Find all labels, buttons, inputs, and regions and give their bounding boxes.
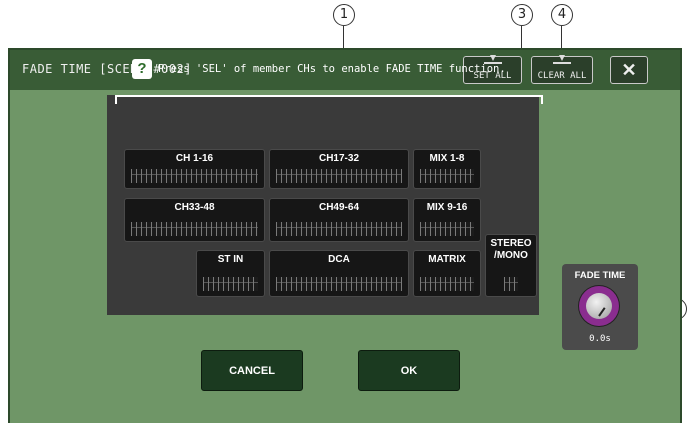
fade-time-label: FADE TIME [574,270,626,281]
group-mix9-16[interactable]: MIX 9-16 [413,198,481,242]
callout-4: 4 [551,4,573,26]
group-label: DCA [328,254,350,265]
fader-strip [131,222,258,236]
fader-strip [276,169,402,183]
clear-all-label: CLEAR ALL [537,71,587,81]
group-label: MIX 1-8 [429,153,465,164]
help-row: ? Press 'SEL' of member CHs to enable FA… [132,59,506,79]
close-icon: ✕ [621,60,637,80]
group-label: STEREO /MONO [490,238,532,261]
group-label: MIX 9-16 [426,202,468,213]
group-mix1-8[interactable]: MIX 1-8 [413,149,481,189]
knob-indicator [598,307,606,317]
knob-cap [586,293,612,319]
group-label: CH49-64 [318,202,360,213]
fader-strip [276,277,402,291]
help-text: Press 'SEL' of member CHs to enable FADE… [158,63,506,75]
group-label: CH33-48 [174,202,215,213]
group-ch49-64[interactable]: CH49-64 [269,198,409,242]
help-icon: ? [132,59,152,79]
group-label: MATRIX [428,254,466,265]
fade-time-control: FADE TIME 0.0s [562,264,638,350]
fader-strip [276,222,402,236]
clear-all-button[interactable]: CLEAR ALL [531,55,593,84]
fader-strip [203,277,258,291]
group-matrix[interactable]: MATRIX [413,250,481,297]
ok-button[interactable]: OK [358,350,460,391]
group-st-in[interactable]: ST IN [196,250,265,297]
fader-strip [504,277,518,291]
group-dca[interactable]: DCA [269,250,409,297]
group-ch17-32[interactable]: CH17-32 [269,149,409,189]
fader-strip [420,277,474,291]
group-ch1-16[interactable]: CH 1-16 [124,149,265,189]
fader-strip [131,169,258,183]
callout-1: 1 [333,4,355,26]
group-label: CH17-32 [318,153,360,164]
fader-strip [420,169,474,183]
group-stereo-mono[interactable]: STEREO /MONO [485,234,537,297]
group-label: ST IN [217,254,244,265]
fade-time-value: 0.0s [589,334,611,344]
group-label: CH 1-16 [175,153,214,164]
callout-3: 3 [511,4,533,26]
group-bracket [115,95,543,104]
clear-all-icon [553,55,571,70]
fade-time-knob[interactable] [579,286,619,326]
group-ch33-48[interactable]: CH33-48 [124,198,265,242]
close-button[interactable]: ✕ [610,56,648,84]
fader-strip [420,222,474,236]
cancel-button[interactable]: CANCEL [201,350,303,391]
